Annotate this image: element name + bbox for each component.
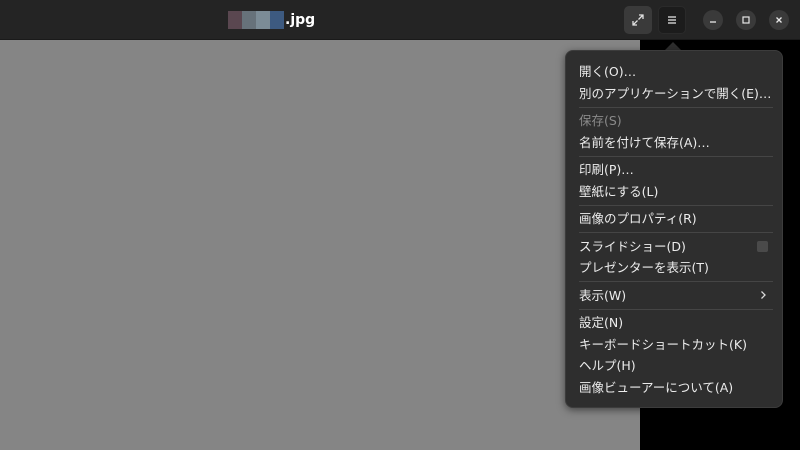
- menu-item-label: 開く(O)…: [579, 64, 637, 79]
- redaction-block: [256, 11, 270, 29]
- menu-item[interactable]: 表示(W): [579, 285, 770, 307]
- menu-item[interactable]: 画像のプロパティ(R): [579, 208, 770, 230]
- menu-item[interactable]: 開く(O)…: [579, 61, 770, 83]
- menu-item[interactable]: 画像ビューアーについて(A): [579, 377, 770, 399]
- menu-item[interactable]: 壁紙にする(L): [579, 181, 770, 203]
- chevron-right-icon: [758, 285, 768, 307]
- redaction-block: [242, 11, 256, 29]
- menu-item[interactable]: スライドショー(D): [579, 236, 770, 258]
- redacted-filename: [228, 11, 284, 29]
- menu-item-label: 設定(N): [579, 315, 624, 330]
- menu-item-label: スライドショー(D): [579, 238, 686, 254]
- menu-item-label: 画像のプロパティ(R): [579, 211, 697, 226]
- expand-arrows-icon: [632, 14, 644, 26]
- menu-item[interactable]: ヘルプ(H): [579, 355, 770, 377]
- menu-item[interactable]: 別のアプリケーションで開く(E)…: [579, 83, 772, 105]
- fullscreen-button[interactable]: [624, 6, 652, 34]
- menu-item-label: プレゼンターを表示(T): [579, 260, 709, 275]
- close-button[interactable]: [769, 10, 789, 30]
- menu-item-label: 名前を付けて保存(A)…: [579, 134, 710, 150]
- menu-item-label: 画像ビューアーについて(A): [579, 379, 734, 395]
- menu-item-label: 別のアプリケーションで開く(E)…: [579, 85, 772, 101]
- menu-separator: [579, 232, 773, 233]
- menu-item-label: 印刷(P)…: [579, 162, 634, 177]
- hamburger-menu-icon: [668, 16, 676, 24]
- menu-item[interactable]: プレゼンターを表示(T): [579, 257, 770, 279]
- image-viewer-window: .jpg 開く(O)… 別のアプリケーションで開く(E)… 保存(S) 名前を付…: [0, 0, 800, 450]
- image-canvas[interactable]: [0, 40, 640, 450]
- menu-item[interactable]: 名前を付けて保存(A)…: [579, 132, 770, 154]
- main-menu-popover: 開く(O)… 別のアプリケーションで開く(E)… 保存(S) 名前を付けて保存(A)……: [565, 50, 783, 408]
- menu-item-label: 表示(W): [579, 287, 627, 303]
- main-menu-button[interactable]: [658, 6, 686, 34]
- menu-separator: [579, 281, 773, 282]
- menu-item-label: 壁紙にする(L): [579, 183, 659, 199]
- minimize-button[interactable]: [703, 10, 723, 30]
- menu-separator: [579, 106, 773, 108]
- menu-item[interactable]: 設定(N): [579, 312, 770, 334]
- title-extension: .jpg: [285, 12, 316, 28]
- header-bar: .jpg: [0, 0, 800, 40]
- redaction-block: [270, 11, 284, 29]
- menu-separator: [579, 155, 773, 157]
- window-title: .jpg: [228, 10, 315, 30]
- close-icon: [776, 17, 782, 23]
- minimize-icon: [710, 21, 716, 23]
- maximize-button[interactable]: [736, 10, 756, 30]
- menu-item[interactable]: キーボードショートカット(K): [579, 334, 770, 356]
- menu-separator: [579, 308, 773, 310]
- menu-item[interactable]: 印刷(P)…: [579, 159, 770, 181]
- menu-item: 保存(S): [579, 110, 770, 132]
- menu-item-label: 保存(S): [579, 113, 622, 128]
- slideshow-checkbox[interactable]: [757, 240, 768, 252]
- redaction-block: [228, 11, 242, 29]
- maximize-icon: [742, 16, 750, 24]
- menu-item-label: ヘルプ(H): [579, 358, 636, 373]
- menu-separator: [579, 204, 773, 206]
- menu-item-label: キーボードショートカット(K): [579, 336, 747, 352]
